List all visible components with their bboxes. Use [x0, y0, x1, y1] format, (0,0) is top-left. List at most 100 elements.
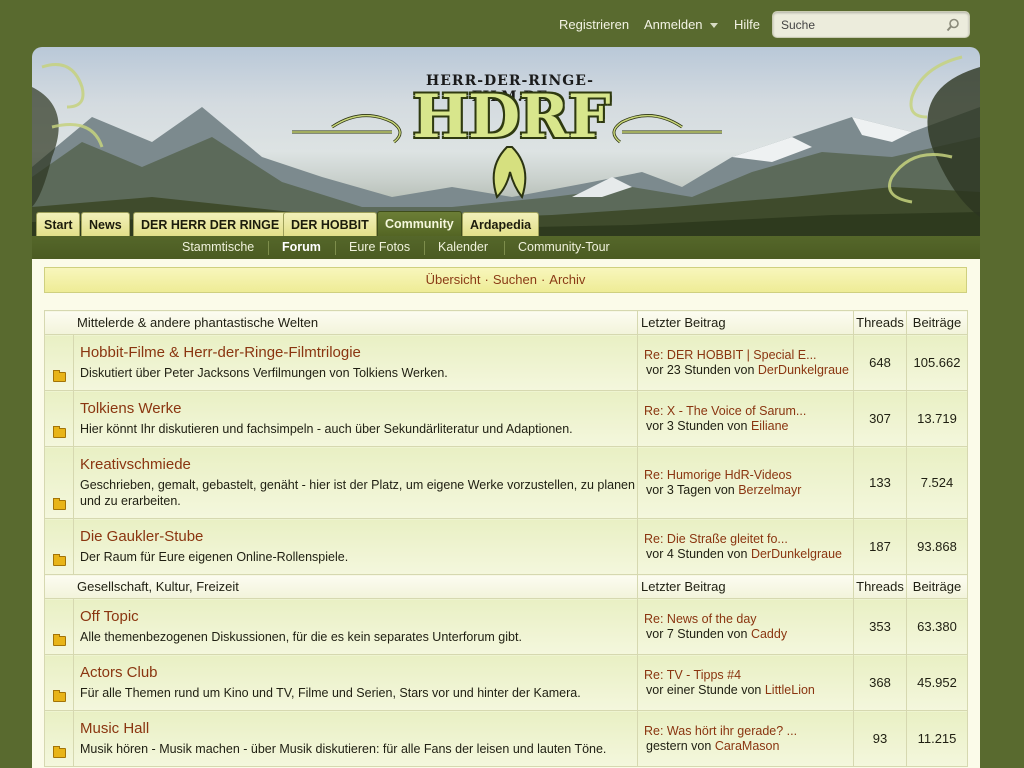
posts-header: Beiträge [906, 310, 968, 335]
last-post-link[interactable]: Re: Was hört ihr gerade? ... [644, 724, 853, 738]
search-input[interactable] [773, 12, 949, 37]
last-post-user-link[interactable]: Berzelmayr [738, 483, 801, 497]
last-post-header: Letzter Beitrag [637, 310, 854, 335]
last-post-time: vor einer Stunde von [646, 683, 762, 697]
site-header: HERR-DER-RINGE-FILM.DE HDRF [32, 47, 980, 237]
folder-icon [52, 746, 66, 758]
post-count: 93.868 [906, 518, 968, 575]
post-count: 105.662 [906, 334, 968, 391]
category-header: Mittelerde & andere phantastische Welten… [44, 310, 968, 335]
folder-icon [52, 634, 66, 646]
last-post-user-link[interactable]: Eiliane [751, 419, 789, 433]
tab-ardapedia[interactable]: Ardapedia [462, 212, 540, 236]
last-post-cell: Re: Die Straße gleitet fo... vor 4 Stund… [637, 518, 854, 575]
tab-der-hobbit[interactable]: DER HOBBIT [283, 212, 377, 236]
forum-description: Diskutiert über Peter Jacksons Verfilmun… [80, 366, 448, 380]
forum-description: Geschrieben, gemalt, gebastelt, genäht -… [80, 478, 635, 508]
forum-title-link[interactable]: Hobbit-Filme & Herr-der-Ringe-Filmtrilog… [80, 344, 637, 361]
thread-count: 133 [853, 446, 907, 519]
sub-navigation: Stammtische Forum Eure Fotos Kalender Co… [32, 236, 980, 259]
login-label: Anmelden [644, 17, 703, 32]
subnav-community-tour[interactable]: Community-Tour [518, 240, 610, 254]
forum-title-link[interactable]: Actors Club [80, 664, 637, 681]
last-post-user-link[interactable]: DerDunkelgraue [751, 547, 842, 561]
category-title[interactable]: Mittelerde & andere phantastische Welten [44, 310, 638, 335]
last-post-link[interactable]: Re: Die Straße gleitet fo... [644, 532, 853, 546]
archive-link[interactable]: Archiv [549, 272, 585, 287]
forum-row: Off Topic Alle themenbezogenen Diskussio… [44, 598, 968, 655]
last-post-meta: gestern von CaraMason [646, 739, 853, 753]
last-post-user-link[interactable]: DerDunkelgraue [758, 363, 849, 377]
tab-news[interactable]: News [81, 212, 130, 236]
forum-title-link[interactable]: Tolkiens Werke [80, 400, 637, 417]
last-post-cell: Re: Humorige HdR-Videos vor 3 Tagen von … [637, 446, 854, 519]
forum-info: Hobbit-Filme & Herr-der-Ringe-Filmtrilog… [73, 334, 638, 391]
forum-description: Musik hören - Musik machen - über Musik … [80, 742, 607, 756]
forum-title-link[interactable]: Kreativschmiede [80, 456, 637, 473]
last-post-cell: Re: TV - Tipps #4 vor einer Stunde von L… [637, 654, 854, 711]
forum-status-cell [44, 446, 74, 519]
site-logo[interactable]: HDRF [396, 85, 626, 149]
thread-count: 368 [853, 654, 907, 711]
subnav-forum[interactable]: Forum [282, 240, 321, 254]
forum-row: Tolkiens Werke Hier könnt Ihr diskutiere… [44, 390, 968, 447]
forum-info: Die Gaukler-Stube Der Raum für Eure eige… [73, 518, 638, 575]
overview-link[interactable]: Übersicht [426, 272, 481, 287]
forum-description: Für alle Themen rund um Kino und TV, Fil… [80, 686, 581, 700]
last-post-link[interactable]: Re: DER HOBBIT | Special E... [644, 348, 853, 362]
last-post-time: vor 3 Tagen von [646, 483, 735, 497]
tab-start[interactable]: Start [36, 212, 81, 236]
search-link[interactable]: Suchen [493, 272, 537, 287]
search-icon[interactable] [946, 18, 960, 32]
forum-row: Music Hall Musik hören - Musik machen - … [44, 710, 968, 767]
last-post-meta: vor einer Stunde von LittleLion [646, 683, 853, 697]
tab-community[interactable]: Community [377, 211, 462, 236]
post-count: 11.215 [906, 710, 968, 767]
subnav-divider [424, 241, 425, 255]
last-post-user-link[interactable]: LittleLion [765, 683, 815, 697]
subnav-kalender[interactable]: Kalender [438, 240, 488, 254]
forum-title-link[interactable]: Off Topic [80, 608, 637, 625]
forum-row: Hobbit-Filme & Herr-der-Ringe-Filmtrilog… [44, 334, 968, 391]
last-post-user-link[interactable]: CaraMason [715, 739, 780, 753]
last-post-meta: vor 3 Tagen von Berzelmayr [646, 483, 853, 497]
category-header: Gesellschaft, Kultur, Freizeit Letzter B… [44, 574, 968, 599]
folder-icon [52, 370, 66, 382]
tab-der-herr-der-ringe[interactable]: DER HERR DER RINGE [133, 212, 288, 236]
thread-count: 648 [853, 334, 907, 391]
threads-header: Threads [853, 574, 907, 599]
forum-status-cell [44, 654, 74, 711]
last-post-time: vor 4 Stunden von [646, 547, 748, 561]
last-post-time: vor 23 Stunden von [646, 363, 755, 377]
register-link[interactable]: Registrieren [559, 17, 629, 32]
post-count: 63.380 [906, 598, 968, 655]
last-post-link[interactable]: Re: Humorige HdR-Videos [644, 468, 853, 482]
help-link[interactable]: Hilfe [734, 17, 760, 32]
last-post-link[interactable]: Re: TV - Tipps #4 [644, 668, 853, 682]
search-box [772, 11, 970, 38]
last-post-meta: vor 23 Stunden von DerDunkelgraue [646, 363, 853, 377]
thread-count: 187 [853, 518, 907, 575]
thread-count: 353 [853, 598, 907, 655]
last-post-link[interactable]: Re: X - The Voice of Sarum... [644, 404, 853, 418]
last-post-user-link[interactable]: Caddy [751, 627, 787, 641]
forum-description: Hier könnt Ihr diskutieren und fachsimpe… [80, 422, 573, 436]
forum-content: Übersicht · Suchen · Archiv Mittelerde & and… [32, 259, 980, 768]
login-link[interactable]: Anmelden [644, 17, 718, 32]
category-title[interactable]: Gesellschaft, Kultur, Freizeit [44, 574, 638, 599]
last-post-link[interactable]: Re: News of the day [644, 612, 853, 626]
forum-status-cell [44, 518, 74, 575]
posts-header: Beiträge [906, 574, 968, 599]
last-post-time: gestern von [646, 739, 712, 753]
forum-title-link[interactable]: Music Hall [80, 720, 637, 737]
subnav-eure-fotos[interactable]: Eure Fotos [349, 240, 410, 254]
forum-row: Kreativschmiede Geschrieben, gemalt, geb… [44, 446, 968, 519]
top-bar: Registrieren Anmelden Hilfe [0, 0, 1024, 47]
thread-count: 307 [853, 390, 907, 447]
forum-title-link[interactable]: Die Gaukler-Stube [80, 528, 637, 545]
threads-header: Threads [853, 310, 907, 335]
last-post-meta: vor 3 Stunden von Eiliane [646, 419, 853, 433]
forum-row: Die Gaukler-Stube Der Raum für Eure eige… [44, 518, 968, 575]
last-post-header: Letzter Beitrag [637, 574, 854, 599]
subnav-stammtische[interactable]: Stammtische [182, 240, 254, 254]
